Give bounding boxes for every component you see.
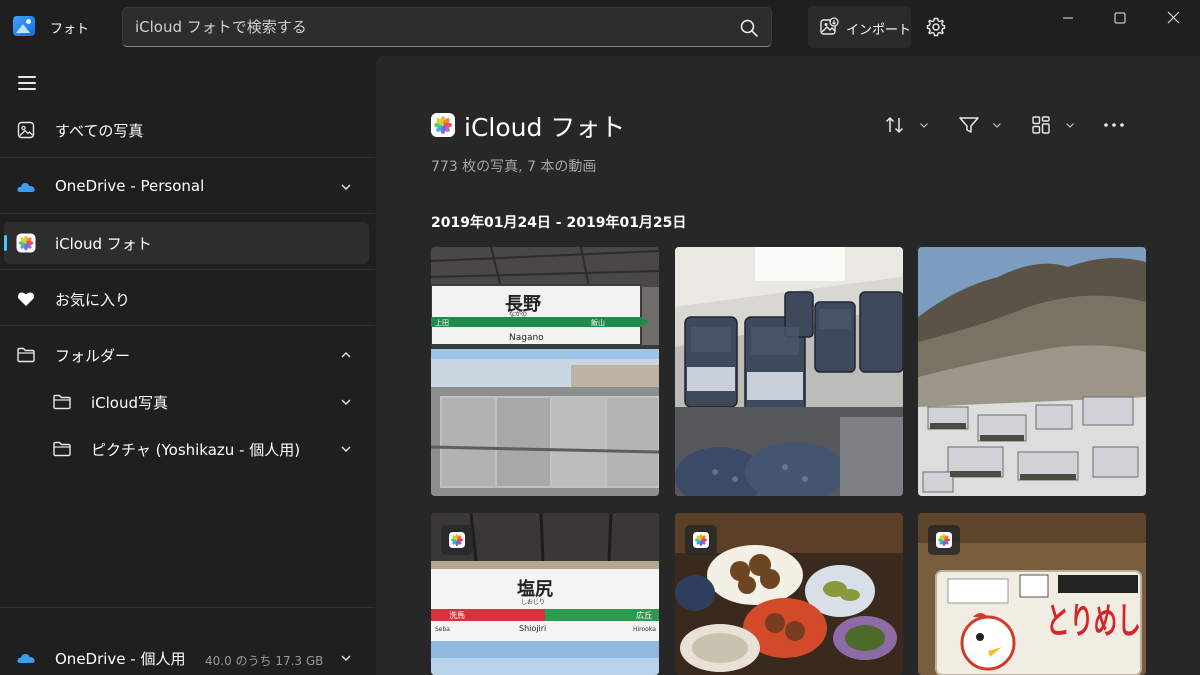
icloud-badge-icon (441, 525, 473, 555)
app-title: フォト (50, 22, 90, 37)
sign-romaji: Nagano (509, 333, 544, 343)
gear-icon[interactable] (920, 11, 952, 43)
sidebar-item-label: ピクチャ (Yoshikazu - 個人用) (91, 441, 301, 459)
icloud-badge-icon (928, 525, 960, 555)
sign-right-romaji: Hirooka (633, 626, 656, 633)
photo-snowy-village[interactable] (918, 247, 1146, 496)
photo-train-interior[interactable] (675, 247, 903, 496)
hamburger-menu-icon[interactable] (12, 70, 42, 96)
photo-count: 773 枚の写真, 7 本の動画 (431, 159, 597, 175)
sidebar-item-folders[interactable]: フォルダー (4, 334, 369, 376)
sidebar-item-label: すべての写真 (55, 122, 144, 140)
more-button[interactable] (1102, 111, 1128, 139)
sign-hiragana: しおじり (521, 599, 545, 606)
page-title: iCloud フォト (464, 113, 626, 142)
chevron-up-icon[interactable] (339, 348, 353, 362)
photo-shiojiri-station[interactable]: 塩尻 しおじり 洗馬 広丘 Seba Hirooka Shiojiri (431, 513, 659, 675)
icloud-badge-icon (685, 525, 717, 555)
photos-app-icon (13, 16, 35, 36)
sidebar: すべての写真 OneDrive - Personal iCloud フォト お気… (0, 56, 375, 675)
title-bar: フォト インポート (0, 0, 1200, 56)
bento-label: とりめし (1046, 601, 1141, 642)
divider (0, 269, 375, 270)
import-button[interactable]: インポート (808, 6, 911, 48)
view-layout-button[interactable] (1029, 111, 1081, 139)
view-layout-icon (1032, 116, 1050, 134)
sidebar-item-label: iCloud フォト (55, 235, 152, 253)
chevron-down-icon[interactable] (339, 180, 353, 194)
sidebar-item-label: フォルダー (55, 347, 131, 365)
divider (0, 157, 375, 158)
sidebar-item-icloud-photos[interactable]: iCloud フォト (4, 222, 369, 264)
sidebar-item-onedrive-personal[interactable]: OneDrive - Personal (4, 166, 369, 208)
filter-button[interactable] (956, 111, 1008, 139)
search-input[interactable] (135, 17, 725, 37)
chevron-down-icon (993, 123, 1001, 128)
icloud-photos-icon (431, 113, 455, 137)
chevron-down-icon[interactable] (339, 651, 353, 665)
sign-hiragana: ながの (509, 310, 527, 318)
icloud-photos-icon (16, 233, 36, 253)
sidebar-item-label: お気に入り (55, 291, 131, 309)
sort-icon (885, 116, 904, 134)
filter-icon (959, 117, 979, 133)
main-content: iCloud フォト 773 枚の写真, 7 本の動画 2019年01月24日 … (376, 56, 1200, 675)
divider (0, 213, 375, 214)
sign-kanji: 塩尻 (517, 578, 553, 600)
chevron-down-icon (1066, 123, 1074, 128)
folder-icon (53, 394, 71, 410)
onedrive-cloud-icon (17, 183, 35, 192)
photo-torimeshi-bento[interactable]: とりめし (918, 513, 1146, 675)
heart-icon (17, 292, 35, 306)
sign-left-station: 洗馬 (449, 610, 465, 620)
folder-icon (17, 347, 35, 363)
date-group-header: 2019年01月24日 - 2019年01月25日 (431, 215, 687, 231)
import-icon (820, 17, 839, 35)
sidebar-item-onedrive-storage[interactable]: OneDrive - 個人用 40.0 のうち 17.3 GB (4, 637, 369, 675)
folder-icon (53, 441, 71, 457)
sidebar-item-all-photos[interactable]: すべての写真 (4, 109, 369, 151)
sidebar-item-favorites[interactable]: お気に入り (4, 278, 369, 320)
sign-romaji: Shiojiri (519, 624, 546, 633)
onedrive-cloud-icon (17, 654, 35, 663)
sidebar-item-icloud-folder[interactable]: iCloud写真 (4, 381, 369, 423)
sidebar-item-label: iCloud写真 (91, 394, 169, 412)
gallery-icon (17, 121, 35, 139)
chevron-down-icon[interactable] (339, 395, 353, 409)
search-box[interactable] (122, 7, 772, 47)
sort-button[interactable] (881, 111, 933, 139)
divider (0, 325, 375, 326)
search-icon[interactable] (739, 18, 759, 38)
photo-nagano-station[interactable]: 長野 ながの 上田 飯山 Nagano (431, 247, 659, 496)
chevron-down-icon[interactable] (339, 442, 353, 456)
chevron-down-icon (920, 123, 928, 128)
sidebar-item-label: OneDrive - Personal (55, 177, 205, 195)
more-icon (1104, 123, 1124, 127)
sign-left-romaji: Seba (435, 626, 450, 633)
close-icon[interactable] (1146, 0, 1200, 36)
maximize-icon[interactable] (1093, 0, 1147, 36)
sidebar-item-label: OneDrive - 個人用 (55, 650, 186, 668)
sign-right-station: 飯山 (591, 318, 605, 327)
sign-right-station: 広丘 (636, 610, 652, 620)
storage-usage: 40.0 のうち 17.3 GB (205, 654, 324, 668)
sign-left-station: 上田 (435, 318, 449, 327)
import-label: インポート (846, 23, 912, 38)
minimize-icon[interactable] (1041, 0, 1095, 36)
divider (0, 607, 375, 608)
sidebar-item-pictures-folder[interactable]: ピクチャ (Yoshikazu - 個人用) (4, 428, 369, 470)
photo-japanese-dinner[interactable] (675, 513, 903, 675)
